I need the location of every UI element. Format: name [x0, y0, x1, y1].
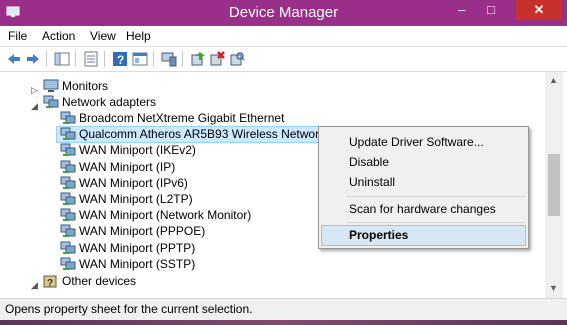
tree-label: Broadcom NetXtreme Gigabit Ethernet: [79, 111, 285, 125]
menu-action[interactable]: Action: [42, 29, 75, 43]
menu-bar: File Action View Help: [0, 26, 567, 47]
menu-label: Disable: [349, 155, 390, 169]
menu-label: Scan for hardware changes: [349, 202, 496, 216]
maximize-button[interactable]: □: [477, 0, 505, 20]
status-bar: Opens property sheet for the current sel…: [0, 298, 567, 320]
toolbar-separator: [46, 51, 47, 67]
back-icon[interactable]: [6, 51, 22, 67]
tree-label: WAN Miniport (L2TP): [79, 192, 193, 206]
title-bar[interactable]: Device Manager – □ ✕: [0, 0, 567, 26]
uninstall-icon[interactable]: [209, 51, 225, 67]
network-adapter-icon: [60, 192, 76, 205]
menu-file[interactable]: File: [8, 29, 27, 43]
status-text: Opens property sheet for the current sel…: [5, 302, 253, 316]
tree-label: Qualcomm Atheros AR5B93 Wireless Network…: [79, 127, 350, 141]
help-icon[interactable]: ?: [112, 51, 128, 67]
scroll-up-icon[interactable]: ▲: [549, 75, 558, 85]
monitor-icon: [43, 79, 59, 92]
toolbar-separator: [153, 51, 154, 67]
update-driver-icon[interactable]: [190, 51, 206, 67]
tree-label: Other devices: [62, 274, 137, 288]
tree-label: WAN Miniport (Network Monitor): [79, 208, 252, 222]
vertical-scrollbar[interactable]: ▲ ▼: [545, 72, 563, 298]
menu-scan-hardware[interactable]: Scan for hardware changes: [321, 199, 526, 220]
network-adapter-icon: [60, 160, 76, 173]
menu-label: Update Driver Software...: [349, 135, 484, 149]
tree-label: WAN Miniport (SSTP): [79, 257, 196, 271]
close-button[interactable]: ✕: [516, 0, 562, 20]
network-adapter-icon: [60, 111, 76, 124]
menu-help[interactable]: Help: [126, 29, 151, 43]
menu-disable[interactable]: Disable: [321, 152, 526, 173]
toolbar-separator: [104, 51, 105, 67]
collapse-arrow-icon[interactable]: ◢: [31, 277, 38, 293]
menu-update-driver[interactable]: Update Driver Software...: [321, 132, 526, 153]
scrollbar-thumb[interactable]: [548, 154, 560, 216]
network-adapter-icon: [60, 127, 76, 140]
context-menu: Update Driver Software... Disable Uninst…: [318, 126, 529, 249]
network-adapter-icon: [60, 257, 76, 270]
tree-label: WAN Miniport (PPPOE): [79, 224, 206, 238]
menu-label: Uninstall: [349, 175, 396, 189]
forward-icon[interactable]: [25, 51, 41, 67]
toolbar: ?: [0, 47, 567, 72]
network-adapter-icon: [60, 143, 76, 156]
scan-hardware-icon[interactable]: [229, 51, 245, 67]
svg-text:?: ?: [47, 278, 53, 288]
device-manager-window: Device Manager – □ ✕ File Action View He…: [0, 0, 567, 320]
network-adapter-icon: [43, 95, 59, 108]
svg-text:?: ?: [117, 53, 124, 67]
tree-label: WAN Miniport (PPTP): [79, 241, 196, 255]
tree-label: WAN Miniport (IKEv2): [79, 143, 196, 157]
toolbar-separator: [182, 51, 183, 67]
network-adapter-icon: [60, 208, 76, 221]
tree-label: WAN Miniport (IPv6): [79, 176, 188, 190]
unknown-device-icon: ?: [43, 275, 57, 288]
monitor-icon[interactable]: [161, 51, 177, 67]
expand-arrow-icon[interactable]: ▷: [31, 82, 38, 98]
menu-separator: [347, 222, 525, 223]
menu-view[interactable]: View: [90, 29, 116, 43]
properties-icon[interactable]: [83, 51, 99, 67]
show-hide-tree-icon[interactable]: [54, 51, 70, 67]
toolbar-separator: [75, 51, 76, 67]
network-adapter-icon: [60, 224, 76, 237]
tree-label: Network adapters: [62, 95, 157, 109]
tree-label: WAN Miniport (IP): [79, 160, 176, 174]
menu-label: Properties: [349, 228, 409, 242]
minimize-button[interactable]: –: [448, 0, 476, 20]
scroll-down-icon[interactable]: ▼: [549, 283, 558, 293]
view-icon[interactable]: [132, 51, 148, 67]
collapse-arrow-icon[interactable]: ◢: [31, 98, 38, 114]
menu-uninstall[interactable]: Uninstall: [321, 172, 526, 193]
menu-separator: [347, 196, 525, 197]
menu-properties[interactable]: Properties: [321, 225, 526, 246]
tree-label: Monitors: [62, 79, 109, 93]
desktop-background: [0, 320, 567, 325]
network-adapter-icon: [60, 241, 76, 254]
network-adapter-icon: [60, 176, 76, 189]
